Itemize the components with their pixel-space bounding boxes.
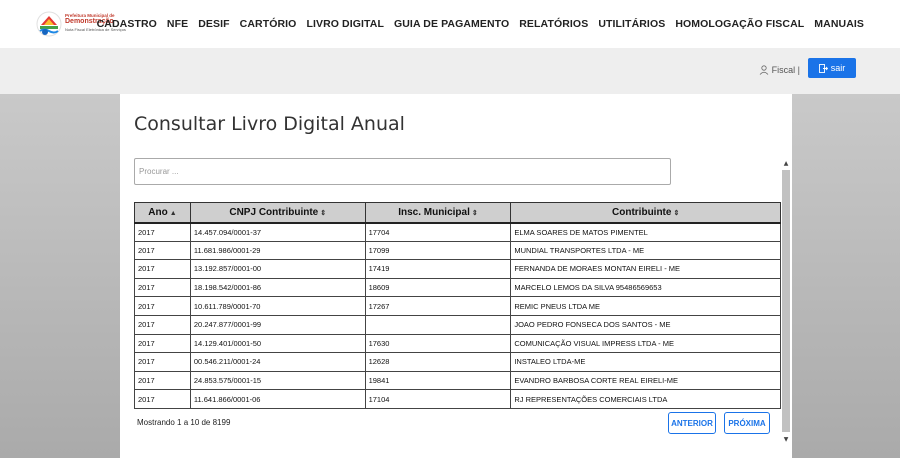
menu-utilitarios[interactable]: UTILITÁRIOS [598,18,665,30]
scroll-down-icon[interactable]: ▼ [781,436,791,444]
cell-contribuinte: MUNDIAL TRANSPORTES LTDA - ME [510,240,781,261]
cell-inscricao: 17704 [364,222,512,242]
cell-ano: 2017 [134,259,191,279]
cell-ano: 2017 [134,352,191,372]
table-row[interactable]: 2017 13.192.857/0001-00 17419 FERNANDA DE M… [134,259,781,279]
table-row[interactable]: 2017 10.611.789/0001-70 17267 REMIC PNEUS L… [134,296,781,316]
results-table: Ano ▲ CNPJ Contribuinte ⇕ Insc. Municipal ⇕… [134,202,781,409]
menu-cadastro[interactable]: CADASTRO [97,18,157,30]
column-header-contribuinte[interactable]: Contribuinte ⇕ [510,202,781,224]
cell-cnpj: 11.681.986/0001-29 [189,240,366,261]
logout-icon [818,63,828,73]
cell-ano: 2017 [134,314,191,335]
cell-cnpj: 11.641.866/0001-06 [189,389,366,409]
menu-homologacao-fiscal[interactable]: HOMOLOGAÇÃO FISCAL [675,18,804,30]
cell-cnpj: 20.247.877/0001-99 [189,314,366,335]
cell-cnpj: 13.192.857/0001-00 [189,259,366,279]
table-row[interactable]: 2017 00.546.211/0001-24 12628 INSTALEO LTDA… [134,352,781,372]
user-profile-link[interactable]: Fiscal | [759,65,800,75]
column-header-inscricao[interactable]: Insc. Municipal ⇕ [364,202,512,224]
table-row[interactable]: 2017 24.853.575/0001-15 19841 EVANDRO BARBO… [134,370,781,391]
column-header-cnpj[interactable]: CNPJ Contribuinte ⇕ [189,202,366,224]
cell-contribuinte: INSTALEO LTDA-ME [510,352,781,372]
cell-ano: 2017 [134,277,191,298]
cell-inscricao [364,314,512,335]
cell-ano: 2017 [134,222,191,242]
user-bar: Fiscal | sair [0,48,900,94]
menu-livro-digital[interactable]: LIVRO DIGITAL [306,18,384,30]
previous-page-button[interactable]: ANTERIOR [668,412,716,434]
cell-cnpj: 14.129.401/0001-50 [189,333,366,354]
cell-ano: 2017 [134,240,191,261]
column-header-ano[interactable]: Ano ▲ [134,202,191,224]
user-name: Fiscal | [771,65,800,75]
cell-contribuinte: MARCELO LEMOS DA SILVA 95486569653 [510,277,781,298]
search-input[interactable] [134,158,671,185]
cell-contribuinte: EVANDRO BARBOSA CORTE REAL EIRELI-ME [510,370,781,391]
content-panel: Consultar Livro Digital Anual ▲ ▼ Ano▲ C… [120,94,792,458]
logout-label: sair [830,63,846,73]
table-body: 2017 14.457.094/0001-37 17704 ELMA SOARES D… [134,222,781,409]
table-row[interactable]: 2017 11.641.866/0001-06 17104 RJ REPRESENTA… [134,389,781,409]
pagination-info: Mostrando 1 a 10 de 8199 [137,418,231,427]
cell-contribuinte: FERNANDA DE MORAES MONTAN EIRELI - ME [510,259,781,279]
vertical-scrollbar[interactable]: ▲ ▼ [781,160,791,450]
logout-button[interactable]: sair [808,58,856,78]
page-title: Consultar Livro Digital Anual [134,113,405,135]
menu-guia-pagamento[interactable]: GUIA DE PAGAMENTO [394,18,509,30]
cell-ano: 2017 [134,333,191,354]
table-row[interactable]: 2017 20.247.877/0001-99 JOAO PEDRO FONSECA… [134,314,781,335]
cell-cnpj: 00.546.211/0001-24 [189,352,366,372]
scroll-thumb[interactable] [782,170,790,432]
menu-cartorio[interactable]: CARTÓRIO [240,18,297,30]
background-right [792,94,900,458]
cell-contribuinte: REMIC PNEUS LTDA ME [510,296,781,316]
table-row[interactable]: 2017 14.129.401/0001-50 17630 COMUNICAÇÃO V… [134,333,781,354]
menu-nfe[interactable]: NFE [167,18,188,30]
next-page-button[interactable]: PRÓXIMA [724,412,770,434]
cell-inscricao: 17099 [364,240,512,261]
menu-relatorios[interactable]: RELATÓRIOS [519,18,588,30]
cell-ano: 2017 [134,296,191,316]
cell-ano: 2017 [134,370,191,391]
cell-inscricao: 12628 [364,352,512,372]
user-icon [759,65,768,75]
cell-contribuinte: ELMA SOARES DE MATOS PIMENTEL [510,222,781,242]
table-row[interactable]: 2017 11.681.986/0001-29 17099 MUNDIAL TRANS… [134,240,781,261]
cell-inscricao: 17419 [364,259,512,279]
cell-inscricao: 19841 [364,370,512,391]
scroll-up-icon[interactable]: ▲ [781,160,791,168]
cell-cnpj: 14.457.094/0001-37 [189,222,366,242]
sort-icon: ⇕ [320,209,327,217]
city-logo-icon [36,11,62,37]
cell-cnpj: 24.853.575/0001-15 [189,370,366,391]
cell-inscricao: 17104 [364,389,512,409]
cell-ano: 2017 [134,389,191,409]
background-left [0,94,120,458]
cell-contribuinte: COMUNICAÇÃO VISUAL IMPRESS LTDA - ME [510,333,781,354]
cell-inscricao: 17630 [364,333,512,354]
cell-cnpj: 10.611.789/0001-70 [189,296,366,316]
sort-asc-icon: ▲ [169,209,177,217]
menu-desif[interactable]: DESIF [198,18,229,30]
main-menu: CADASTRO NFE DESIF CARTÓRIO LIVRO DIGITA… [97,18,864,30]
table-row[interactable]: 2017 18.198.542/0001-86 18609 MARCELO LEMOS… [134,277,781,298]
cell-inscricao: 18609 [364,277,512,298]
cell-contribuinte: RJ REPRESENTAÇÕES COMERCIAIS LTDA [510,389,781,409]
cell-contribuinte: JOAO PEDRO FONSECA DOS SANTOS - ME [510,314,781,335]
table-row[interactable]: 2017 14.457.094/0001-37 17704 ELMA SOARES D… [134,222,781,242]
table-header-row: Ano ▲ CNPJ Contribuinte ⇕ Insc. Municipal ⇕… [134,202,781,224]
menu-manuais[interactable]: MANUAIS [814,18,864,30]
sort-icon: ⇕ [471,209,478,217]
cell-cnpj: 18.198.542/0001-86 [189,277,366,298]
top-navbar: Prefeitura Municipal de Demonstração Not… [0,0,900,48]
cell-inscricao: 17267 [364,296,512,316]
sort-icon: ⇕ [673,209,680,217]
